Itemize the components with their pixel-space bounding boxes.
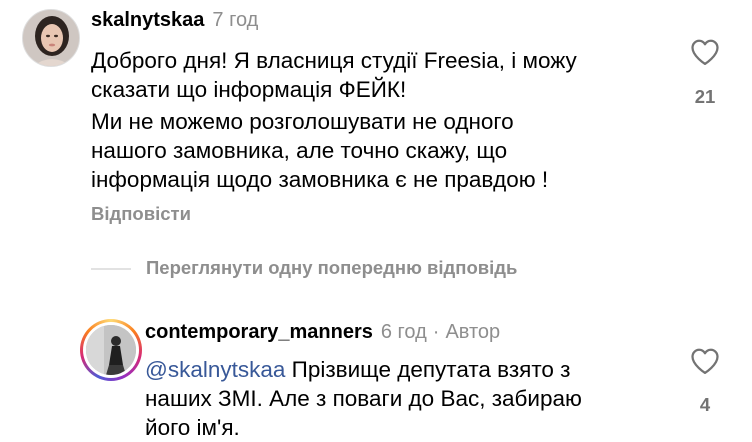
reply-text-line1: Прізвище депутата взято з bbox=[285, 357, 571, 382]
profile-photo-icon bbox=[86, 325, 136, 375]
comment-text: Доброго дня! Я власниця студії Freesia, … bbox=[91, 48, 577, 102]
reply-text: @skalnytskaa Прізвище депутата взято з bbox=[145, 355, 685, 384]
avatar-ring-gap bbox=[83, 322, 139, 378]
avatar-story-ring[interactable] bbox=[80, 319, 142, 381]
replies-divider bbox=[91, 268, 131, 270]
comment-text-continued: Ми не можемо розголошувати не одного наш… bbox=[91, 109, 549, 192]
like-button[interactable] bbox=[690, 347, 720, 380]
timestamp: 7 год bbox=[212, 9, 259, 31]
mention-link[interactable]: @skalnytskaa bbox=[145, 357, 285, 382]
reply-header: contemporary_manners 6 год · Автор bbox=[145, 321, 500, 344]
comment-header: skalnytskaa 7 год bbox=[91, 9, 258, 32]
username[interactable]: contemporary_manners bbox=[145, 321, 373, 343]
heart-outline-icon bbox=[691, 39, 719, 65]
separator: · bbox=[432, 321, 440, 343]
like-count: 4 bbox=[699, 394, 711, 415]
avatar bbox=[86, 325, 136, 375]
author-badge: Автор bbox=[445, 321, 501, 343]
avatar[interactable] bbox=[22, 9, 80, 67]
profile-photo-icon bbox=[23, 10, 79, 66]
reply-text-continued: наших ЗМІ. Але з поваги до Вас, забираю … bbox=[145, 386, 582, 440]
reply-button[interactable]: Відповісти bbox=[91, 203, 191, 225]
username[interactable]: skalnytskaa bbox=[91, 9, 204, 31]
like-button[interactable] bbox=[690, 38, 720, 71]
view-previous-replies-button[interactable]: Переглянути одну попередню відповідь bbox=[146, 257, 517, 279]
like-count: 21 bbox=[694, 86, 716, 107]
timestamp: 6 год bbox=[380, 321, 427, 343]
heart-outline-icon bbox=[691, 348, 719, 374]
